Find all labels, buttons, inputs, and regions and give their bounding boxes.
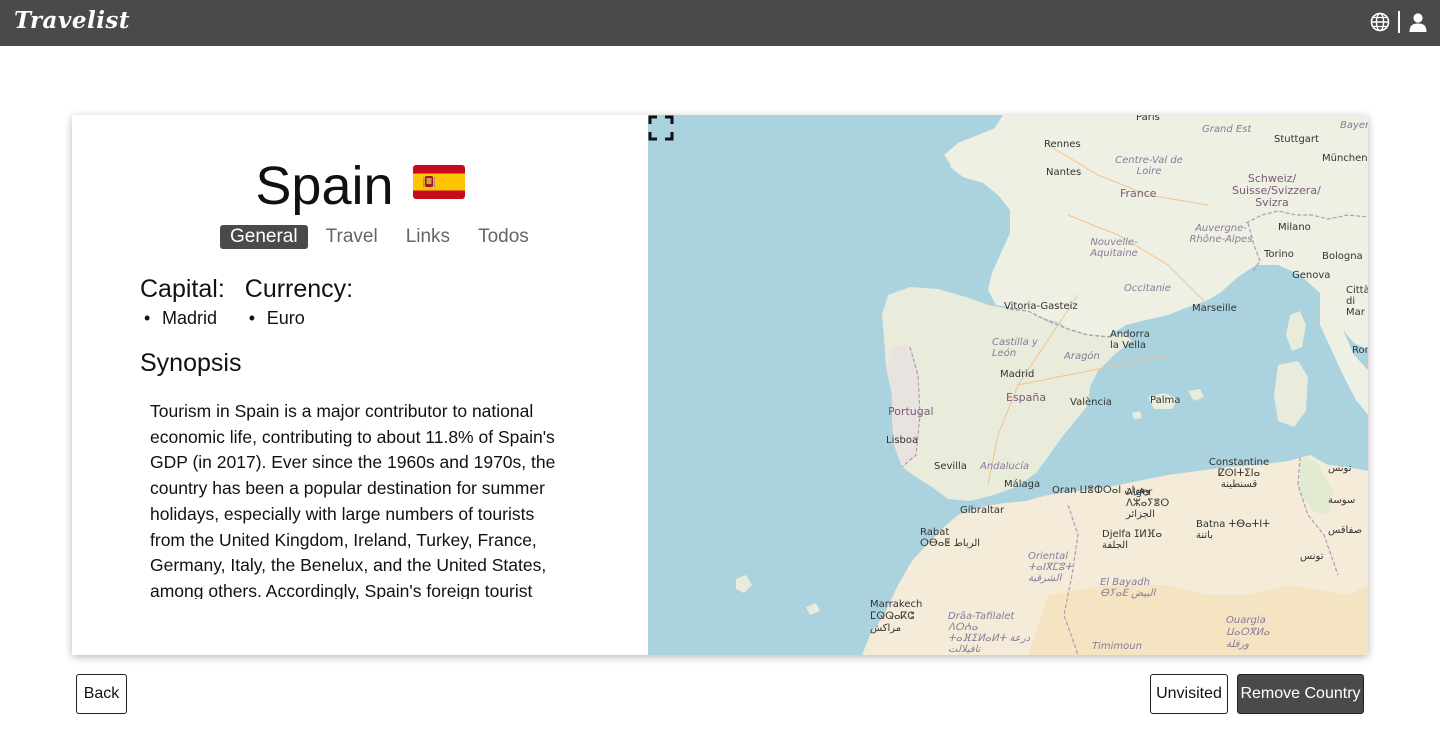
map-label-nantes: Nantes xyxy=(1046,167,1082,178)
map-label-milano: Milano xyxy=(1278,222,1311,233)
capital-value: Madrid xyxy=(140,308,225,329)
currency-heading: Currency: xyxy=(244,275,354,303)
tab-general[interactable]: General xyxy=(220,225,308,249)
map-label-draa: Drâa-Tafilalet ⴷⵔⵄⴰ ⵜⴰⴼⵉⵍⴰⵍⵜ درعة تافيلا… xyxy=(948,611,1031,655)
map-label-madrid: Madrid xyxy=(1000,369,1035,380)
currency-list: Euro xyxy=(245,308,353,329)
capital-section: Capital: Madrid xyxy=(140,275,225,329)
map-label-sousse: سوسة xyxy=(1328,495,1356,506)
map-label-ouargla: Ouargla ⵡⴰⵔⴳⵍⴰ ورقلة xyxy=(1226,615,1270,650)
map-label-rabat: Rabat ⵔⴱⴰⵟ الرباط xyxy=(920,527,981,549)
navbar-icons xyxy=(1370,11,1428,33)
map-label-sfax: صفاقس xyxy=(1328,525,1363,536)
fullscreen-icon[interactable] xyxy=(648,115,674,141)
map-label-stuttgart: Stuttgart xyxy=(1274,134,1319,145)
user-icon[interactable] xyxy=(1408,12,1428,32)
map-label-citta: Città di Mar xyxy=(1346,285,1368,318)
map-label-paris: Paris xyxy=(1136,115,1160,123)
capital-heading: Capital: xyxy=(140,275,225,303)
map-label-france: France xyxy=(1120,187,1157,200)
map-label-schweiz: Schweiz/ Suisse/Svizzera/ Svizra xyxy=(1232,172,1321,209)
tab-links[interactable]: Links xyxy=(396,225,460,249)
map-label-rennes: Rennes xyxy=(1044,139,1081,150)
synopsis-text[interactable]: Tourism in Spain is a major contributor … xyxy=(150,399,560,599)
map-label-bologna: Bologna xyxy=(1322,251,1363,262)
map-label-aragon: Aragón xyxy=(1064,351,1100,362)
map-label-tunis: تونس xyxy=(1328,463,1352,474)
map-label-nouvelle: Nouvelle- Aquitaine xyxy=(1090,237,1138,259)
map-label-rom: Rom xyxy=(1352,345,1368,356)
map-label-andalucia: Andalucía xyxy=(980,461,1030,472)
map-label-marseille: Marseille xyxy=(1192,303,1237,314)
country-name: Spain xyxy=(255,156,394,216)
map-label-palma: Palma xyxy=(1150,395,1181,406)
country-card: Spain General Travel Links Todos Capital… xyxy=(72,115,1368,655)
map-label-genova: Genova xyxy=(1292,270,1331,281)
map-label-espana: España xyxy=(1006,391,1047,404)
capital-list: Madrid xyxy=(140,308,225,329)
top-navbar: Travelist xyxy=(0,0,1440,46)
map-label-oriental: Oriental ⵜⴰⵏⴳⵎⵓⵜ الشرقية xyxy=(1028,551,1073,584)
map-label-tunisia: تونس xyxy=(1300,551,1324,562)
map-label-bayadh: El Bayadh ⴱⵢⴰⴹ البيض xyxy=(1100,577,1156,599)
map-label-alger: Alger ⴷⵣⴰⵢⴻⵔ الجزائر xyxy=(1126,487,1170,520)
map-label-bayern: Bayern xyxy=(1340,120,1368,131)
country-info-panel: Spain General Travel Links Todos Capital… xyxy=(72,115,648,655)
map-label-castilla: Castilla y León xyxy=(992,337,1038,359)
unvisited-button[interactable]: Unvisited xyxy=(1150,674,1228,714)
map-label-lisboa: Lisboa xyxy=(886,435,919,446)
currency-value: Euro xyxy=(245,308,353,329)
map-label-portugal: Portugal xyxy=(888,405,934,418)
navbar-divider xyxy=(1398,11,1400,33)
map-label-auvergne: Auvergne- Rhône-Alpes xyxy=(1189,223,1253,245)
country-title-row: Spain xyxy=(72,155,648,217)
map-label-torino: Torino xyxy=(1264,249,1294,260)
map-label-occitanie: Occitanie xyxy=(1124,283,1171,294)
brand-logo[interactable]: Travelist xyxy=(14,7,130,34)
map-label-constantine: Constantine ⵇⵙⵏⵜⵉⵏⴰ قسنطينة xyxy=(1208,457,1270,490)
spain-flag-icon xyxy=(412,165,465,199)
remove-country-button[interactable]: Remove Country xyxy=(1237,674,1364,714)
country-facts: Capital: Madrid Currency: Euro xyxy=(140,275,353,329)
map-label-vitoria: Vitoria-Gasteiz xyxy=(1004,301,1078,312)
map-label-centre: Centre-Val de Loire xyxy=(1115,155,1183,177)
globe-icon[interactable] xyxy=(1370,12,1390,32)
tab-todos[interactable]: Todos xyxy=(468,225,539,249)
synopsis-heading: Synopsis xyxy=(140,349,242,377)
map-label-andorra: Andorra la Vella xyxy=(1110,329,1150,351)
map-label-djelfa: Djelfa ⵊⵍⴼⴰ الجلفة xyxy=(1102,529,1162,551)
map-label-marrakech: Marrakech ⵎⵕⵕⴰⴽⵛ مراكش xyxy=(870,599,923,634)
map-label-munchen: München xyxy=(1322,153,1368,164)
currency-section: Currency: Euro xyxy=(245,275,353,329)
country-tabs: General Travel Links Todos xyxy=(220,225,539,249)
map-label-valencia: València xyxy=(1070,397,1112,408)
map-label-gibraltar: Gibraltar xyxy=(960,505,1005,516)
map-label-grand-est: Grand Est xyxy=(1202,124,1252,135)
map-label-timimoun: Timimoun xyxy=(1092,641,1142,652)
country-map[interactable]: Paris Grand Est Stuttgart Bayern Rennes … xyxy=(648,115,1368,655)
map-label-batna: Batna ⵜⴱⴰⵜⵏⵜ باتنة xyxy=(1196,519,1270,541)
tab-travel[interactable]: Travel xyxy=(316,225,388,249)
map-label-malaga: Málaga xyxy=(1004,479,1041,490)
back-button[interactable]: Back xyxy=(76,674,127,714)
map-label-sevilla: Sevilla xyxy=(934,461,967,472)
